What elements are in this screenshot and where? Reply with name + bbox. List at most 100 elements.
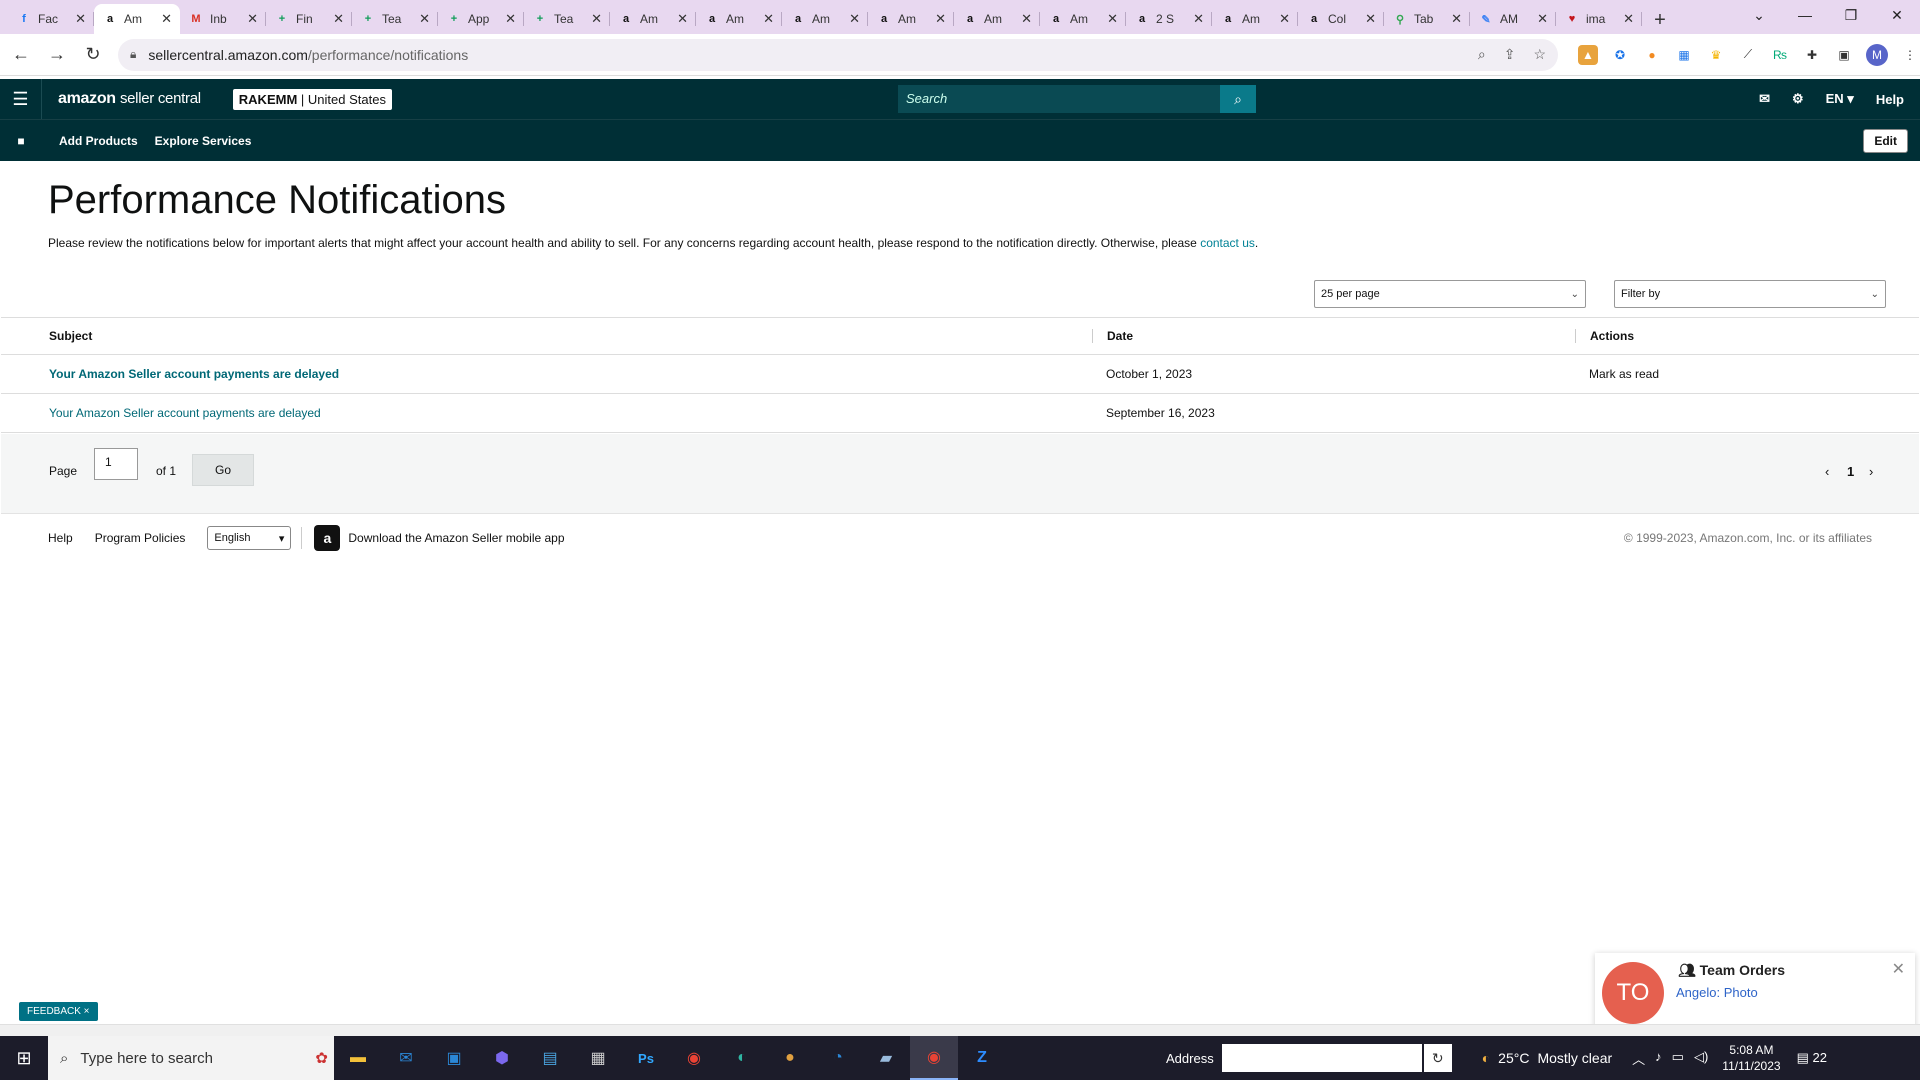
edit-bookmarks-button[interactable]: Edit [1863,128,1908,153]
close-tab-icon[interactable]: ✕ [161,11,172,27]
notification-subject-link[interactable]: Your Amazon Seller account payments are … [49,406,321,420]
browser-tab[interactable]: a Am ✕ [868,4,954,34]
browser-tab[interactable]: a Col ✕ [1298,4,1384,34]
language-selector[interactable]: EN ▾ [1826,91,1854,107]
extension-icon[interactable]: ▦ [1674,45,1694,65]
network-icon[interactable]: ▭ [1672,1049,1684,1068]
back-button[interactable]: ← [6,40,36,70]
file-explorer-icon[interactable]: ▬ [334,1036,382,1080]
program-policies-link[interactable]: Program Policies [95,531,186,545]
extension-icon[interactable]: ▲ [1578,44,1598,65]
browser-tab[interactable]: a 2 S ✕ [1126,4,1212,34]
chevron-left-icon[interactable]: ‹ [1825,464,1829,479]
close-window-button[interactable]: ✕ [1874,0,1920,30]
search-button[interactable]: ⌕ [1220,85,1256,113]
close-tab-icon[interactable]: ✕ [1537,11,1548,27]
extension-icon[interactable]: ⟋ [1738,45,1758,65]
browser-tab[interactable]: ✎ AM ✕ [1470,4,1556,34]
browser-tab[interactable]: + Tea ✕ [524,4,610,34]
maximize-button[interactable]: ❐ [1828,0,1874,30]
column-header-subject[interactable]: Subject [1,329,1092,343]
extension-icon[interactable]: ♛ [1706,45,1726,65]
forward-button[interactable]: → [42,40,72,70]
app-icon[interactable]: ● [766,1036,814,1080]
account-switcher[interactable]: RAKEMM | United States [232,88,392,110]
zoom-icon[interactable]: ⌕ [1478,46,1486,63]
close-icon[interactable]: ✕ [1892,959,1905,979]
seller-central-logo[interactable]: amazon seller central [58,90,201,108]
extension-icon[interactable]: ● [1642,45,1662,65]
explore-services-link[interactable]: Explore Services [155,134,252,148]
notification-subject-link[interactable]: Your Amazon Seller account payments are … [49,367,339,381]
share-icon[interactable]: ⇪ [1504,46,1516,63]
download-app-link[interactable]: Download the Amazon Seller mobile app [348,531,564,545]
calculator-icon[interactable]: ▦ [574,1036,622,1080]
notification-center-icon[interactable]: ▤ 22 [1797,1050,1827,1066]
close-tab-icon[interactable]: ✕ [677,11,688,27]
contact-us-link[interactable]: contact us [1200,236,1255,250]
close-tab-icon[interactable]: ✕ [1279,11,1290,27]
language-select[interactable]: English ▾ [207,526,292,550]
taskbar-search[interactable]: ⌕ Type here to search ✿ [48,1036,334,1080]
close-tab-icon[interactable]: ✕ [505,11,516,27]
close-tab-icon[interactable]: ✕ [763,11,774,27]
close-tab-icon[interactable]: ✕ [1193,11,1204,27]
per-page-select[interactable]: 25 per page ⌄ [1314,280,1586,308]
close-tab-icon[interactable]: ✕ [935,11,946,27]
more-menu-icon[interactable]: ⋮ [1900,45,1920,65]
address-toolbar-input[interactable] [1221,1044,1422,1072]
reload-button[interactable]: ↻ [78,40,108,70]
close-tab-icon[interactable]: ✕ [1451,11,1462,27]
browser-tab[interactable]: ♥ ima ✕ [1556,4,1642,34]
refresh-icon[interactable]: ↻ [1423,1044,1452,1072]
minimize-button[interactable]: — [1782,0,1828,30]
close-tab-icon[interactable]: ✕ [333,11,344,27]
help-link[interactable]: Help [1876,92,1904,107]
browser-tab[interactable]: a Am ✕ [1040,4,1126,34]
taskbar-clock[interactable]: 5:08 AM 11/11/2023 [1722,1042,1780,1074]
mail-icon[interactable]: ✉ [1759,91,1770,107]
volume-icon[interactable]: ◁) [1694,1049,1708,1068]
tab-search-icon[interactable]: ⌄ [1736,0,1782,30]
amazon-app-icon[interactable]: a [314,525,341,551]
browser-tab[interactable]: a Am ✕ [610,4,696,34]
browser-tab[interactable]: M Inb ✕ [180,4,266,34]
app-icon[interactable]: ▤ [526,1036,574,1080]
browser-tab[interactable]: a Am ✕ [954,4,1040,34]
extension-icon[interactable]: ✪ [1610,45,1630,65]
edge-icon[interactable]: ◐ [718,1036,766,1080]
extension-icon[interactable]: ₨ [1770,45,1790,65]
column-header-date[interactable]: Date [1092,329,1575,343]
close-tab-icon[interactable]: ✕ [419,11,430,27]
teams-notification-toast[interactable]: TO 👥︎ Team Orders Angelo: Photo ✕ [1595,953,1915,1035]
app-icon[interactable]: ⬢ [478,1036,526,1080]
puzzle-icon[interactable]: ✚ [1802,45,1822,65]
sidepanel-icon[interactable]: ▣ [1834,45,1854,65]
app-icon[interactable]: ▰ [862,1036,910,1080]
browser-tab[interactable]: ⚲ Tab ✕ [1384,4,1470,34]
page-number-input[interactable]: 1 [94,448,138,480]
chevron-right-icon[interactable]: › [1869,464,1873,479]
settings-gear-icon[interactable]: ⚙ [1792,91,1804,107]
close-tab-icon[interactable]: ✕ [591,11,602,27]
hamburger-menu-icon[interactable]: ☰ [0,79,42,119]
photoshop-icon[interactable]: Ps [622,1036,670,1080]
mail-icon[interactable]: ✉ [382,1036,430,1080]
store-icon[interactable]: ▣ [430,1036,478,1080]
address-bar[interactable]: 🔒︎ sellercentral.amazon.com/performance/… [118,38,1558,71]
mark-as-read-link[interactable]: Mark as read [1589,367,1659,381]
footer-help-link[interactable]: Help [48,531,73,545]
weather-widget[interactable]: ◐ 25°C Mostly clear [1482,1050,1612,1066]
chrome-icon[interactable]: ◉ [670,1036,718,1080]
current-page-number[interactable]: 1 [1847,464,1854,479]
go-button[interactable]: Go [192,454,254,486]
close-tab-icon[interactable]: ✕ [1623,11,1634,27]
close-tab-icon[interactable]: ✕ [1021,11,1032,27]
browser-tab[interactable]: + App ✕ [438,4,524,34]
close-tab-icon[interactable]: ✕ [1365,11,1376,27]
browser-tab[interactable]: a Am ✕ [94,4,180,34]
chrome-active-icon[interactable]: ◉ [910,1036,958,1080]
zoom-app-icon[interactable]: Z [958,1036,1006,1080]
close-tab-icon[interactable]: ✕ [1107,11,1118,27]
app-icon[interactable]: ◔ [814,1036,862,1080]
